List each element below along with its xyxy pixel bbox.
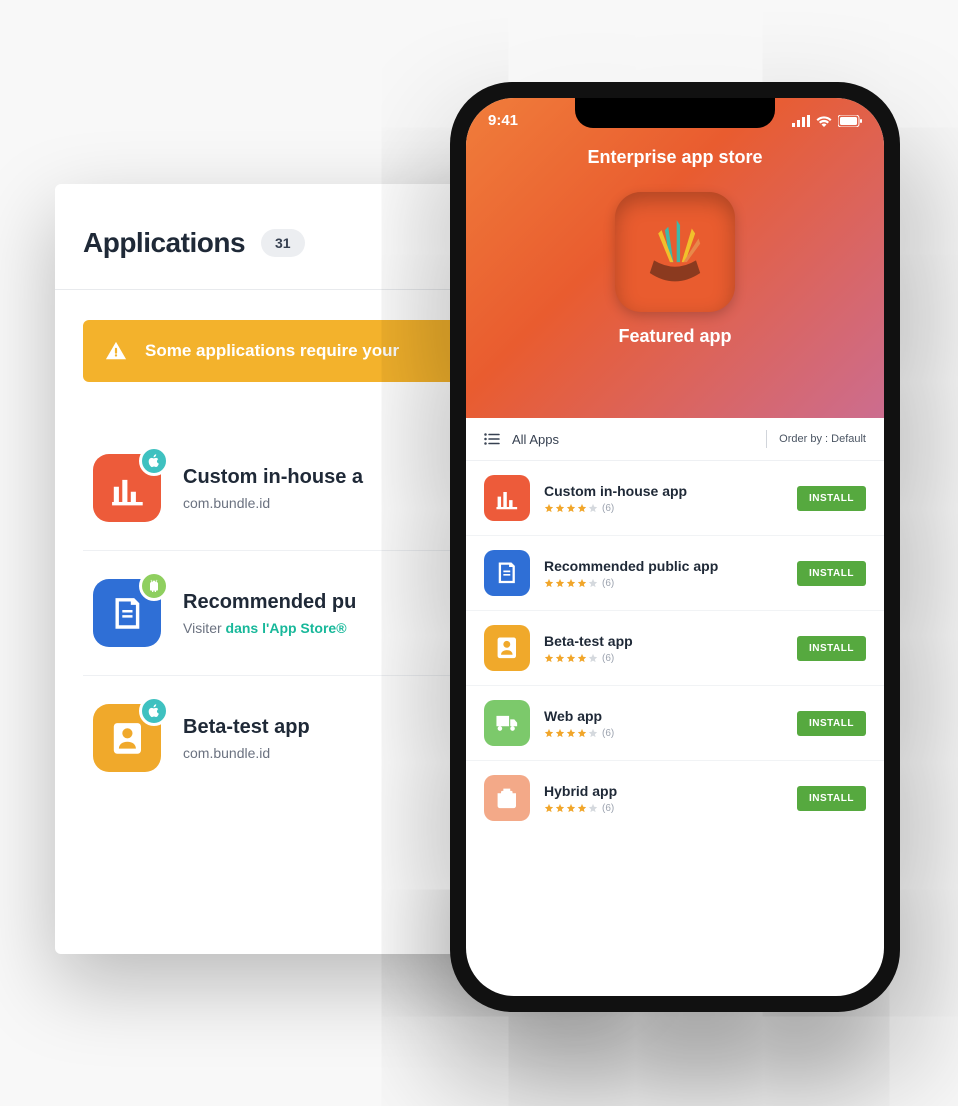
app-row[interactable]: Web app (6) INSTALL (466, 686, 884, 761)
app-row[interactable]: Recommended public app (6) (466, 536, 884, 611)
store-title: Enterprise app store (488, 147, 862, 168)
banner-text: Some applications require your (145, 341, 399, 361)
battery-icon (838, 115, 862, 127)
app-icon (484, 625, 530, 671)
warning-icon (105, 340, 127, 362)
app-name: Hybrid app (544, 783, 783, 799)
list-menu-icon[interactable] (484, 433, 500, 445)
page-title: Applications (83, 227, 245, 259)
apple-badge-icon (139, 446, 169, 476)
app-rating: (6) (544, 803, 783, 814)
app-rating: (6) (544, 653, 783, 664)
install-button[interactable]: INSTALL (797, 636, 866, 661)
rating-count: (6) (602, 578, 614, 589)
divider (766, 430, 767, 448)
featured-app[interactable]: Featured app (488, 192, 862, 347)
app-row[interactable]: Beta-test app (6) INSTAL (466, 611, 884, 686)
app-rating: (6) (544, 728, 783, 739)
app-icon-wrap (93, 579, 161, 647)
featured-app-label: Featured app (618, 326, 731, 347)
rating-count: (6) (602, 503, 614, 514)
phone-screen: 9:41 Enterprise app store (466, 98, 884, 996)
app-count-badge: 31 (261, 229, 305, 257)
app-icon (484, 700, 530, 746)
wifi-icon (816, 115, 832, 127)
app-icon (484, 475, 530, 521)
phone-notch (575, 98, 775, 128)
filter-label[interactable]: All Apps (512, 432, 559, 447)
android-badge-icon (139, 571, 169, 601)
install-button[interactable]: INSTALL (797, 711, 866, 736)
cellular-icon (792, 115, 810, 127)
app-name: Web app (544, 708, 783, 724)
app-rating: (6) (544, 578, 783, 589)
app-store-link[interactable]: dans l'App Store® (226, 620, 347, 636)
store-hero: 9:41 Enterprise app store (466, 98, 884, 418)
app-row[interactable]: Custom in-house app (6) (466, 461, 884, 536)
status-time: 9:41 (488, 112, 518, 129)
rating-count: (6) (602, 653, 614, 664)
app-icon-wrap (93, 454, 161, 522)
app-rating: (6) (544, 503, 783, 514)
app-name: Custom in-house app (544, 483, 783, 499)
install-button[interactable]: INSTALL (797, 561, 866, 586)
filter-bar: All Apps Order by : Default (466, 418, 884, 461)
order-by-button[interactable]: Order by : Default (779, 433, 866, 445)
status-icons (792, 115, 862, 127)
app-name: Beta-test app (544, 633, 783, 649)
install-button[interactable]: INSTALL (797, 486, 866, 511)
install-button[interactable]: INSTALL (797, 786, 866, 811)
rating-count: (6) (602, 728, 614, 739)
phone-mockup: 9:41 Enterprise app store (450, 82, 900, 1012)
apple-badge-icon (139, 696, 169, 726)
app-list: Custom in-house app (6) (466, 461, 884, 996)
app-name: Recommended public app (544, 558, 783, 574)
rating-count: (6) (602, 803, 614, 814)
app-icon (484, 775, 530, 821)
app-icon (484, 550, 530, 596)
featured-app-icon (615, 192, 735, 312)
app-row[interactable]: Hybrid app (6) INSTALL (466, 761, 884, 835)
app-icon-wrap (93, 704, 161, 772)
